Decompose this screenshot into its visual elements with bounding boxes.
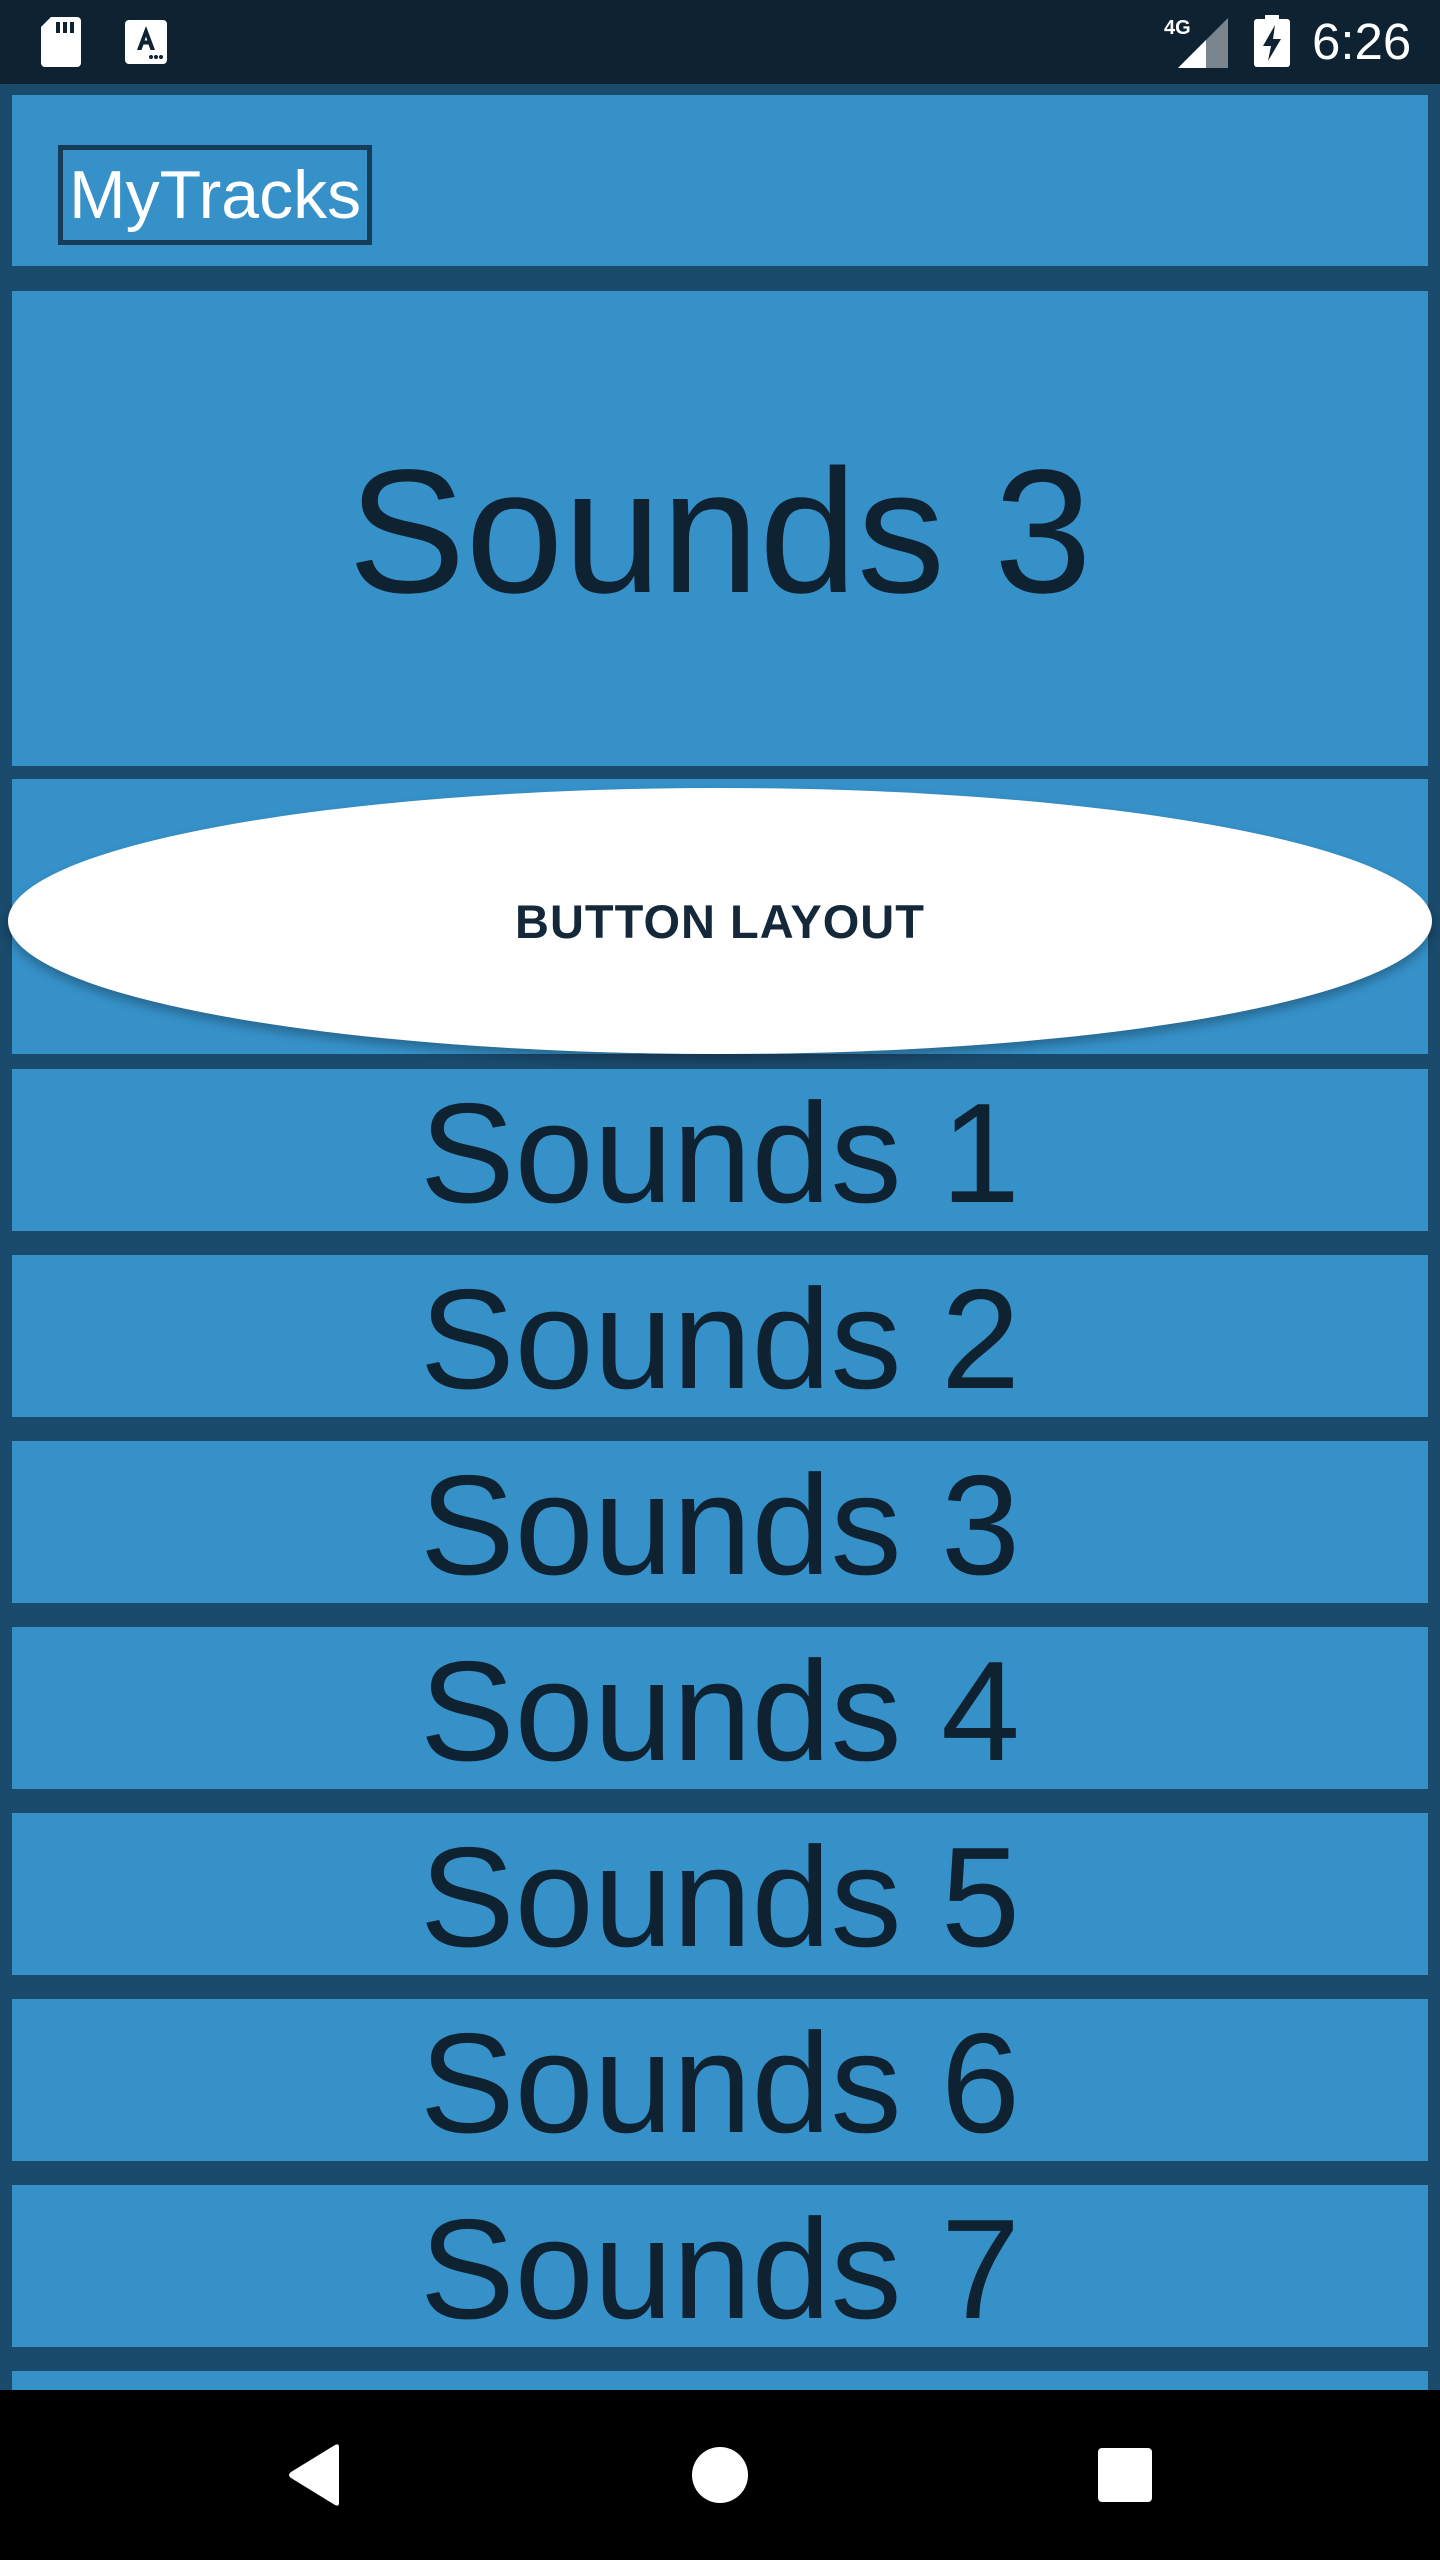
app-content: MyTracks Sounds 3 BUTTON LAYOUT Sounds 1…: [0, 84, 1440, 2390]
battery-charging-icon: [1254, 15, 1290, 67]
app-bar: MyTracks: [12, 95, 1428, 266]
track-item-7[interactable]: Sounds 7: [12, 2185, 1428, 2349]
clock: 6:26: [1312, 13, 1412, 70]
font-download-icon: [125, 20, 167, 64]
signal-4g-icon: 4G: [1164, 17, 1228, 68]
button-row: BUTTON LAYOUT: [8, 779, 1432, 1054]
network-type-label: 4G: [1164, 17, 1191, 39]
navigation-bar: [0, 2390, 1440, 2560]
track-item-4[interactable]: Sounds 4: [12, 1627, 1428, 1791]
track-item-6[interactable]: Sounds 6: [12, 1999, 1428, 2163]
track-item-partial[interactable]: [12, 2371, 1428, 2390]
track-label: Sounds 3: [419, 1446, 1021, 1605]
current-track-label: Sounds 3: [348, 433, 1092, 630]
app-title[interactable]: MyTracks: [58, 145, 373, 245]
track-label: Sounds 4: [419, 1632, 1021, 1791]
track-label: Sounds 5: [419, 1818, 1021, 1977]
home-button[interactable]: [670, 2425, 770, 2525]
status-bar: 4G 6:26: [0, 0, 1440, 84]
track-label: Sounds 6: [419, 2004, 1021, 2163]
back-button[interactable]: [265, 2425, 365, 2525]
track-label: Sounds 7: [419, 2190, 1021, 2349]
track-item-3[interactable]: Sounds 3: [12, 1441, 1428, 1605]
track-item-5[interactable]: Sounds 5: [12, 1813, 1428, 1977]
track-label: Sounds 1: [419, 1074, 1021, 1233]
back-icon: [289, 2444, 339, 2506]
recents-button[interactable]: [1075, 2425, 1175, 2525]
track-item-1[interactable]: Sounds 1: [12, 1069, 1428, 1233]
current-track-panel: Sounds 3: [12, 291, 1428, 766]
track-item-2[interactable]: Sounds 2: [12, 1255, 1428, 1419]
recents-icon: [1098, 2448, 1152, 2502]
button-layout-button[interactable]: BUTTON LAYOUT: [8, 788, 1432, 1054]
sd-card-icon: [41, 17, 81, 67]
home-icon: [692, 2447, 748, 2503]
track-label: Sounds 2: [419, 1260, 1021, 1419]
